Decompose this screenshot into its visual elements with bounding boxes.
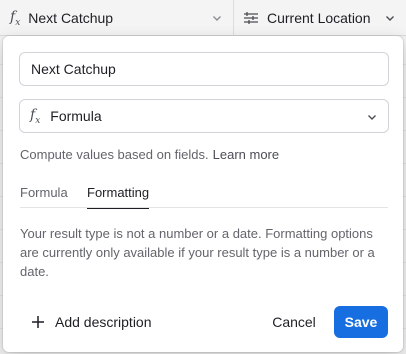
column-header-next-catchup[interactable]: fx Next Catchup (0, 0, 234, 36)
chevron-down-icon[interactable] (384, 12, 396, 24)
tab-formatting[interactable]: Formatting (87, 185, 150, 209)
editor-tabs: Formula Formatting (20, 182, 388, 209)
cancel-button[interactable]: Cancel (263, 306, 325, 338)
field-name-value: Next Catchup (31, 61, 116, 77)
description-text: Compute values based on fields. (20, 147, 209, 162)
cancel-label: Cancel (272, 314, 316, 330)
grid-header-row: fx Next Catchup Current Location (0, 0, 406, 36)
column-header-label: Next Catchup (28, 10, 114, 26)
formula-icon: fx (10, 8, 21, 28)
tab-label: Formula (20, 185, 68, 200)
learn-more-link[interactable]: Learn more (213, 147, 279, 162)
add-description-button[interactable]: Add description (31, 312, 152, 332)
column-header-label: Current Location (267, 10, 371, 26)
save-button[interactable]: Save (334, 306, 388, 338)
column-header-current-location[interactable]: Current Location (235, 0, 406, 36)
field-name-input[interactable]: Next Catchup (19, 52, 389, 86)
tabs-divider (20, 207, 388, 208)
location-lines-icon (244, 12, 258, 24)
chevron-down-icon[interactable] (366, 111, 378, 123)
field-type-description: Compute values based on fields. Learn mor… (20, 147, 279, 162)
field-type-select[interactable]: fx Formula (19, 99, 389, 133)
plus-icon (32, 316, 44, 328)
field-type-label: Formula (50, 108, 102, 124)
tab-formula[interactable]: Formula (20, 185, 68, 208)
save-label: Save (344, 314, 378, 330)
formatting-info-text: Your result type is not a number or a da… (20, 226, 375, 279)
formula-icon: fx (30, 106, 41, 126)
field-editor-popover: Next Catchup fx Formula Compute values b… (3, 36, 403, 352)
tab-label: Formatting (87, 185, 150, 200)
chevron-down-icon[interactable] (211, 12, 223, 24)
add-description-label: Add description (55, 314, 152, 330)
